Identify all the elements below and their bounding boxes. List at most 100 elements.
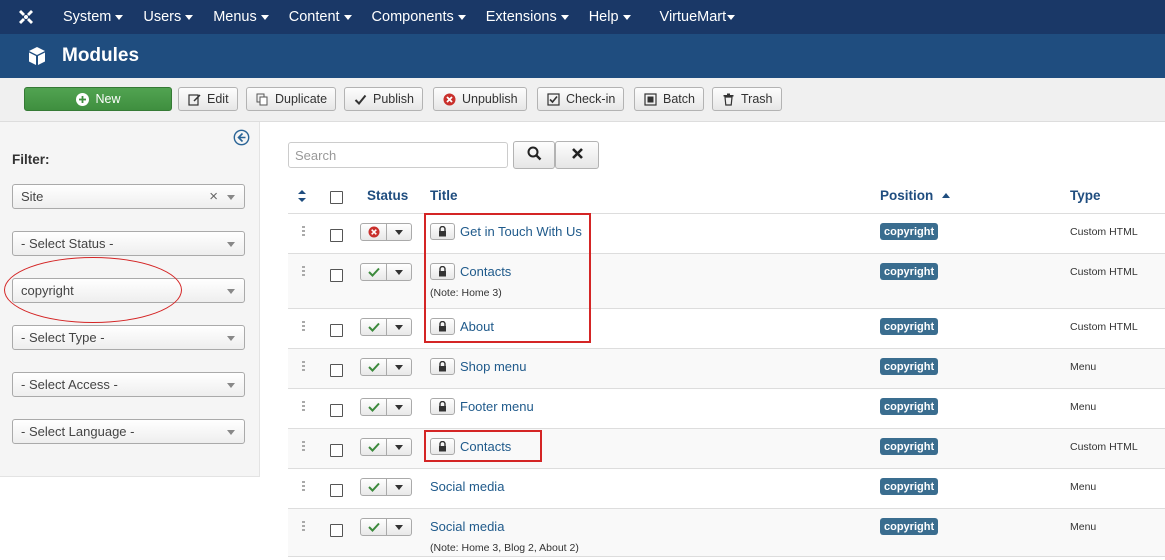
module-title-link[interactable]: Shop menu [460,359,527,374]
drag-handle-icon[interactable] [302,361,306,373]
clear-icon[interactable]: × [209,188,218,205]
table-row: Contacts copyright Custom HTML [288,429,1165,469]
plus-circle-icon [75,92,89,106]
select-all-checkbox[interactable] [330,191,343,204]
table-row: About copyright Custom HTML [288,309,1165,349]
published-icon[interactable] [360,518,387,536]
column-header-type[interactable]: Type [1070,188,1101,203]
row-checkbox[interactable] [330,364,343,377]
module-title-link[interactable]: Social media [430,519,504,534]
chevron-down-icon [560,15,569,20]
nav-content[interactable]: Content [278,0,361,34]
table-row: Social media (Note: Home 3, Blog 2, About… [288,509,1165,557]
status-toggle[interactable] [360,478,412,496]
drag-handle-icon[interactable] [302,441,306,453]
joomla-logo-icon[interactable] [0,0,52,34]
page-title: Modules [62,45,140,66]
row-checkbox[interactable] [330,324,343,337]
lock-icon[interactable] [430,358,455,375]
nav-help[interactable]: Help [578,0,649,34]
nav-system[interactable]: System [52,0,132,34]
chevron-down-icon[interactable] [387,223,412,241]
chevron-down-icon[interactable] [387,518,412,536]
row-checkbox[interactable] [330,484,343,497]
published-icon[interactable] [360,438,387,456]
search-input[interactable]: Search [288,142,508,168]
published-icon[interactable] [360,263,387,281]
chevron-down-icon [227,336,235,341]
module-title-link[interactable]: Social media [430,479,504,494]
access-select[interactable]: - Select Access - [12,372,245,397]
nav-components[interactable]: Components [361,0,475,34]
lock-icon[interactable] [430,398,455,415]
published-icon[interactable] [360,318,387,336]
chevron-down-icon [227,195,235,200]
check-icon [353,92,367,106]
table-row: Contacts (Note: Home 3) copyright Custom HT… [288,254,1165,309]
table-row: Social media copyright Menu [288,469,1165,509]
unpublish-button[interactable]: Unpublish [433,87,527,111]
chevron-down-icon [343,15,352,20]
ordering-sort-icon[interactable] [298,190,306,205]
column-header-status[interactable]: Status [367,188,408,203]
chevron-down-icon[interactable] [387,438,412,456]
publish-button[interactable]: Publish [344,87,423,111]
status-toggle[interactable] [360,518,412,536]
published-icon[interactable] [360,478,387,496]
module-type: Custom HTML [1070,321,1138,333]
chevron-down-icon[interactable] [387,398,412,416]
published-icon[interactable] [360,358,387,376]
collapse-sidebar-icon[interactable] [233,129,250,146]
status-toggle[interactable] [360,263,412,281]
unpublished-icon[interactable] [360,223,387,241]
chevron-down-icon[interactable] [387,318,412,336]
module-title-link[interactable]: Footer menu [460,399,534,414]
position-badge: copyright [880,398,939,415]
nav-menus[interactable]: Menus [202,0,278,34]
published-icon[interactable] [360,398,387,416]
row-checkbox[interactable] [330,524,343,537]
drag-handle-icon[interactable] [302,266,306,278]
status-toggle[interactable] [360,398,412,416]
status-select[interactable]: - Select Status - [12,231,245,256]
batch-button[interactable]: Batch [634,87,704,111]
chevron-down-icon[interactable] [387,478,412,496]
trash-icon [721,92,735,106]
nav-extensions[interactable]: Extensions [475,0,578,34]
module-type: Menu [1070,481,1097,493]
column-header-title[interactable]: Title [430,188,458,203]
chevron-down-icon[interactable] [387,358,412,376]
status-toggle[interactable] [360,223,412,241]
drag-handle-icon[interactable] [302,226,306,238]
status-toggle[interactable] [360,438,412,456]
clear-search-button[interactable] [555,141,599,169]
row-checkbox[interactable] [330,404,343,417]
language-select[interactable]: - Select Language - [12,419,245,444]
drag-handle-icon[interactable] [302,481,306,493]
status-toggle[interactable] [360,358,412,376]
position-badge: copyright [880,518,939,535]
checkin-button[interactable]: Check-in [537,87,625,111]
edit-button[interactable]: Edit [178,87,238,111]
row-checkbox[interactable] [330,444,343,457]
nav-users[interactable]: Users [132,0,202,34]
row-checkbox[interactable] [330,269,343,282]
new-button[interactable]: New [24,87,172,111]
column-header-position[interactable]: Position [880,188,951,203]
table-row: Footer menu copyright Menu [288,389,1165,429]
search-button[interactable] [513,141,555,169]
status-toggle[interactable] [360,318,412,336]
drag-handle-icon[interactable] [302,401,306,413]
type-select[interactable]: - Select Type - [12,325,245,350]
nav-virtuemart[interactable]: VirtueMart [649,0,745,34]
site-select[interactable]: Site × [12,184,245,209]
chevron-down-icon [727,15,736,20]
duplicate-button[interactable]: Duplicate [246,87,337,111]
trash-button[interactable]: Trash [712,87,782,111]
chevron-down-icon [185,15,194,20]
row-checkbox[interactable] [330,229,343,242]
module-note: (Note: Home 3, Blog 2, About 2) [430,542,579,554]
drag-handle-icon[interactable] [302,321,306,333]
drag-handle-icon[interactable] [302,521,306,533]
chevron-down-icon[interactable] [387,263,412,281]
